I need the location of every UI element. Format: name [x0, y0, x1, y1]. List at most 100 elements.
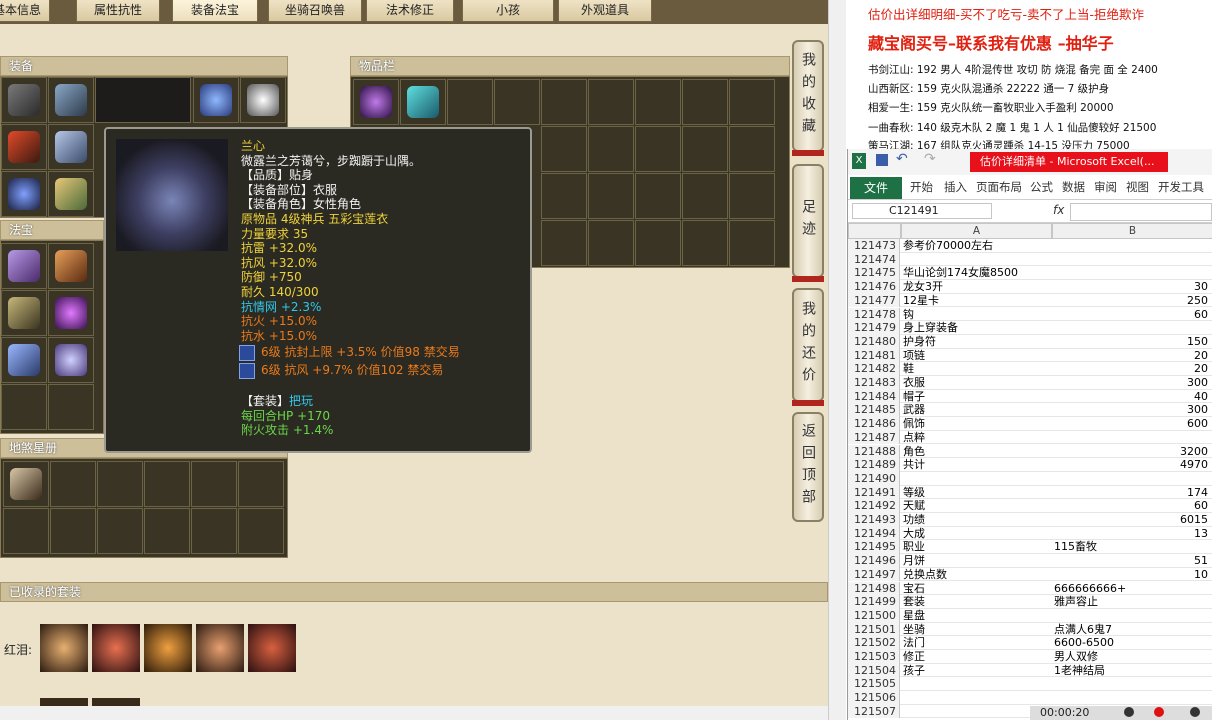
cell-a[interactable]: 角色 — [901, 445, 1053, 459]
sheet-row[interactable]: 121493 功绩 6015 — [848, 513, 1212, 527]
sheet-row[interactable]: 121503 修正 男人双修 — [848, 650, 1212, 664]
inventory-slot[interactable] — [729, 79, 775, 125]
row-number[interactable]: 121491 — [848, 485, 900, 500]
cell-b[interactable]: 600 — [1052, 417, 1212, 431]
sheet-row[interactable]: 121486 佩饰 600 — [848, 417, 1212, 431]
cell-b[interactable]: 30 — [1052, 280, 1212, 294]
sheet-row[interactable]: 121502 法门 6600-6500 — [848, 636, 1212, 650]
row-number[interactable]: 121489 — [848, 458, 900, 472]
sheet-row[interactable]: 121475 华山论剑174女魔8500 — [848, 266, 1212, 281]
tab-view[interactable]: 视图 — [1126, 179, 1149, 195]
cell-b[interactable]: 60 — [1052, 308, 1212, 322]
cell-b[interactable]: 6600-6500 — [1052, 636, 1212, 650]
tab-spell-correction[interactable]: 法术修正 — [366, 0, 454, 22]
inventory-slot[interactable] — [729, 126, 775, 172]
row-number[interactable]: 121486 — [848, 417, 900, 431]
cell-b[interactable]: 60 — [1052, 499, 1212, 513]
fabao-slot[interactable] — [48, 384, 94, 430]
row-number[interactable]: 121476 — [848, 280, 900, 294]
cell-a[interactable]: 钩 — [901, 308, 1053, 322]
row-number[interactable]: 121503 — [848, 650, 900, 664]
tab-equip-fabao[interactable]: 装备法宝 — [172, 0, 258, 22]
sheet-row[interactable]: 121496 月饼 51 — [848, 554, 1212, 568]
inventory-slot[interactable] — [541, 173, 587, 219]
sheet-row[interactable]: 121489 共计 4970 — [848, 458, 1212, 472]
row-number[interactable]: 121502 — [848, 636, 900, 650]
select-all-corner[interactable] — [848, 223, 901, 239]
equip-slot[interactable] — [1, 77, 47, 123]
star-book-slot[interactable] — [238, 461, 284, 507]
cell-b[interactable]: 250 — [1052, 294, 1212, 308]
redo-icon[interactable]: ↷ — [924, 151, 936, 167]
cell-a[interactable]: 孩子 — [901, 664, 1053, 678]
cell-a[interactable]: 武器 — [901, 403, 1053, 417]
row-number[interactable]: 121492 — [848, 499, 900, 513]
inventory-slot[interactable] — [635, 173, 681, 219]
back-to-top-button[interactable]: 返回顶部 — [792, 412, 824, 522]
inventory-slot[interactable] — [682, 220, 728, 266]
cell-a[interactable]: 功绩 — [901, 513, 1053, 527]
cell-b[interactable]: 150 — [1052, 335, 1212, 349]
row-number[interactable]: 121499 — [848, 595, 900, 609]
inventory-slot[interactable] — [588, 220, 634, 266]
row-number[interactable]: 121475 — [848, 266, 900, 281]
cell-a[interactable]: 参考价70000左右 — [901, 239, 1053, 253]
cell-b[interactable]: 10 — [1052, 568, 1212, 582]
pause-icon[interactable] — [1124, 707, 1134, 717]
row-number[interactable]: 121497 — [848, 567, 900, 582]
cell-b[interactable]: 20 — [1052, 349, 1212, 363]
sheet-row[interactable]: 121505 — [848, 677, 1212, 692]
my-collection-button[interactable]: 我的收藏 — [792, 40, 824, 152]
row-number[interactable]: 121498 — [848, 581, 900, 596]
equip-slot[interactable] — [48, 77, 94, 123]
cell-a[interactable]: 华山论剑174女魔8500 — [901, 266, 1053, 280]
cell-b[interactable]: 51 — [1052, 554, 1212, 568]
sheet-row[interactable]: 121506 — [848, 691, 1212, 705]
star-book-slot[interactable] — [191, 461, 237, 507]
row-number[interactable]: 121473 — [848, 239, 900, 253]
cell-a[interactable]: 点粹 — [901, 431, 1053, 445]
tab-attribute-resist[interactable]: 属性抗性 — [76, 0, 160, 22]
inventory-slot[interactable] — [635, 126, 681, 172]
row-number[interactable]: 121505 — [848, 677, 900, 692]
sheet-row[interactable]: 121483 衣服 300 — [848, 376, 1212, 390]
sheet-row[interactable]: 121499 套装 雅声容止 — [848, 595, 1212, 609]
equip-slot[interactable] — [193, 77, 239, 123]
footprint-button[interactable]: 足迹 — [792, 164, 824, 278]
row-number[interactable]: 121494 — [848, 526, 900, 541]
tab-mount-summon[interactable]: 坐骑召唤兽 — [268, 0, 362, 22]
cell-b[interactable]: 3200 — [1052, 445, 1212, 459]
row-number[interactable]: 121496 — [848, 554, 900, 568]
save-icon[interactable] — [876, 154, 888, 166]
inventory-slot[interactable] — [353, 79, 399, 125]
cell-b[interactable]: 300 — [1052, 376, 1212, 390]
inventory-slot[interactable] — [541, 126, 587, 172]
inventory-slot[interactable] — [400, 79, 446, 125]
formula-input[interactable] — [1070, 203, 1212, 221]
cell-a[interactable]: 帽子 — [901, 390, 1053, 404]
star-book-slot[interactable] — [50, 461, 96, 507]
sheet-row[interactable]: 121492 天赋 60 — [848, 499, 1212, 513]
sheet-row[interactable]: 121497 兑换点数 10 — [848, 567, 1212, 582]
cell-a[interactable]: 等级 — [901, 486, 1053, 500]
row-number[interactable]: 121480 — [848, 334, 900, 349]
tab-review[interactable]: 审阅 — [1094, 179, 1117, 195]
sheet-row[interactable]: 121477 12星卡 250 — [848, 293, 1212, 308]
inventory-slot[interactable] — [635, 220, 681, 266]
row-number[interactable]: 121477 — [848, 293, 900, 308]
cell-b[interactable]: 1老神结局 — [1052, 664, 1212, 678]
cell-b[interactable]: 300 — [1052, 403, 1212, 417]
cell-b[interactable]: 666666666+ — [1052, 582, 1212, 596]
sheet-row[interactable]: 121488 角色 3200 — [848, 444, 1212, 459]
sheet-row[interactable]: 121476 龙女3开 30 — [848, 280, 1212, 294]
inventory-slot[interactable] — [541, 79, 587, 125]
sheet-row[interactable]: 121500 星盘 — [848, 608, 1212, 623]
cell-a[interactable]: 佩饰 — [901, 417, 1053, 431]
undo-icon[interactable]: ↶ — [896, 151, 908, 167]
cell-a[interactable]: 项链 — [901, 349, 1053, 363]
cell-a[interactable]: 星盘 — [901, 609, 1053, 623]
cell-a[interactable]: 共计 — [901, 458, 1053, 472]
sheet-row[interactable]: 121498 宝石 666666666+ — [848, 581, 1212, 596]
equip-slot[interactable] — [48, 124, 94, 170]
cell-b[interactable]: 174 — [1052, 486, 1212, 500]
